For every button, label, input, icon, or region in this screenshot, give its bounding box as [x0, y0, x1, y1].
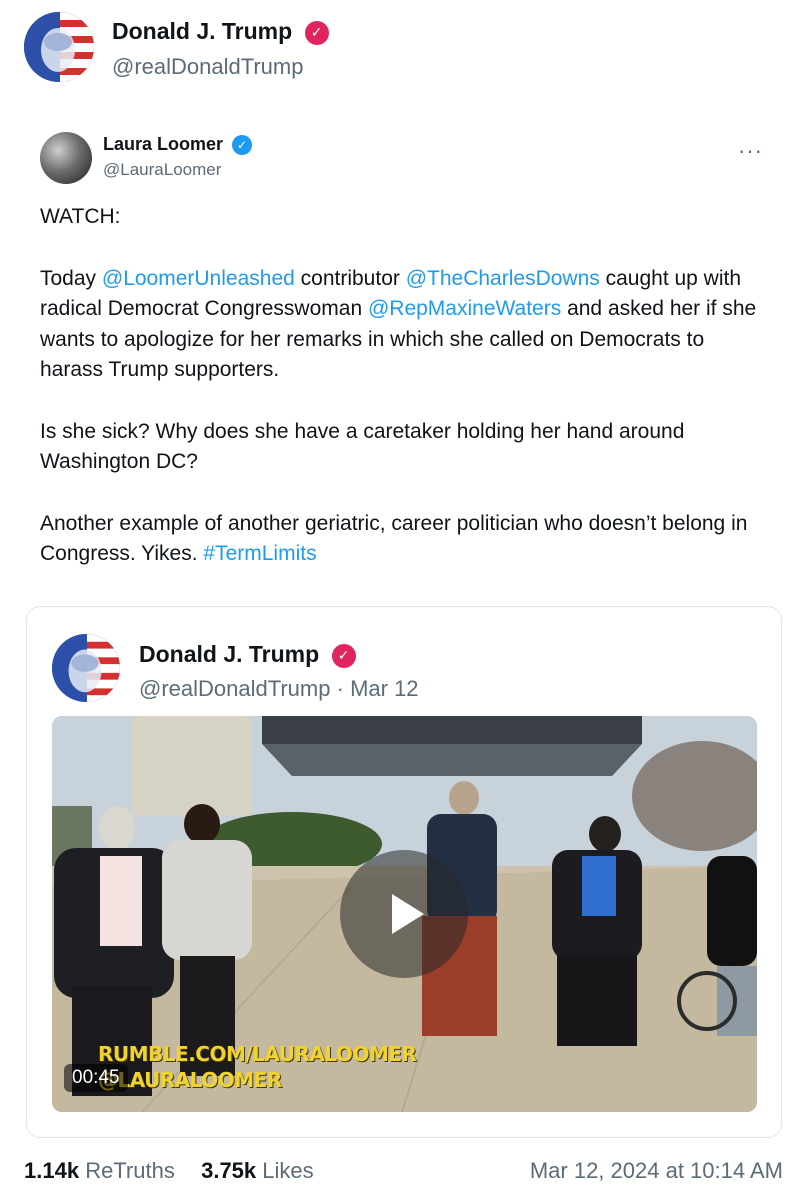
embed-watch-line: WATCH:	[40, 205, 121, 228]
retruths-stat[interactable]: 1.14k ReTruths	[24, 1158, 175, 1183]
play-icon	[392, 894, 424, 934]
mention-repmaxinewaters[interactable]: @RepMaxineWaters	[368, 297, 561, 320]
verified-check-icon: ✓	[304, 20, 329, 45]
verified-check-icon: ✓	[331, 643, 356, 668]
mention-thecharlesdowns[interactable]: @TheCharlesDowns	[406, 267, 600, 290]
video-duration: 00:45	[64, 1064, 128, 1092]
quoted-author-name[interactable]: Donald J. Trump	[139, 641, 319, 667]
engagement-stats: 1.14k ReTruths 3.75k Likes	[24, 1158, 314, 1184]
quoted-author-avatar[interactable]	[52, 634, 120, 702]
avatar-portrait-icon	[24, 12, 94, 82]
embed-author-handle[interactable]: @LauraLoomer	[103, 160, 221, 180]
embed-paragraph-3: Another example of another geriatric, ca…	[40, 511, 748, 566]
avatar-portrait-icon	[52, 634, 120, 702]
author-name[interactable]: Donald J. Trump	[112, 18, 292, 44]
embed-author-avatar[interactable]	[40, 132, 92, 184]
embed-post-body: WATCH: Today @LoomerUnleashed contributo…	[40, 202, 770, 601]
play-button[interactable]	[340, 850, 468, 978]
video-player[interactable]: RUMBLE.COM/LAURALOOMER @LAURALOOMER 00:4…	[52, 716, 757, 1112]
mention-loomerunleashed[interactable]: @LoomerUnleashed	[102, 267, 295, 290]
meta-separator: ·	[336, 676, 344, 701]
likes-stat[interactable]: 3.75k Likes	[201, 1158, 314, 1183]
quoted-post-date[interactable]: Mar 12	[350, 676, 418, 701]
more-options-icon[interactable]: ···	[738, 138, 763, 164]
hashtag-termlimits[interactable]: #TermLimits	[203, 542, 316, 565]
video-watermark-line1: RUMBLE.COM/LAURALOOMER	[98, 1042, 417, 1066]
post-timestamp[interactable]: Mar 12, 2024 at 10:14 AM	[530, 1158, 783, 1184]
author-avatar[interactable]	[24, 12, 94, 82]
embed-paragraph-2: Is she sick? Why does she have a caretak…	[40, 419, 685, 474]
quoted-author-handle[interactable]: @realDonaldTrump	[139, 676, 330, 701]
embed-paragraph-1: Today @LoomerUnleashed contributor @TheC…	[40, 266, 757, 382]
embed-author-name[interactable]: Laura Loomer	[103, 134, 223, 154]
verified-badge-icon: ✓	[232, 135, 253, 155]
author-handle[interactable]: @realDonaldTrump	[112, 54, 303, 80]
